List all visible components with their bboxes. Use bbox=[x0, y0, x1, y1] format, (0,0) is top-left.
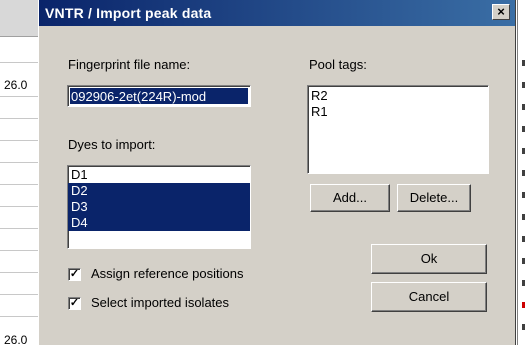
add-button[interactable]: Add... bbox=[310, 184, 390, 212]
assign-reference-checkbox[interactable]: ✓ bbox=[68, 268, 81, 281]
background-grid-header bbox=[0, 0, 40, 37]
fingerprint-file-input[interactable]: 092906-2et(224R)-mod bbox=[67, 85, 251, 107]
grid-line bbox=[0, 140, 40, 141]
grid-tick bbox=[522, 126, 525, 132]
background-grid-right bbox=[517, 0, 529, 345]
close-icon: × bbox=[497, 4, 505, 19]
dye-list-item-d4[interactable]: D4 bbox=[68, 215, 250, 231]
grid-line bbox=[0, 206, 40, 207]
grid-line bbox=[0, 62, 40, 63]
checkmark-icon: ✓ bbox=[69, 297, 80, 309]
ok-button[interactable]: Ok bbox=[371, 244, 487, 274]
close-button[interactable]: × bbox=[492, 4, 510, 20]
cancel-button[interactable]: Cancel bbox=[371, 282, 487, 312]
grid-tick bbox=[522, 104, 525, 110]
grid-tick bbox=[522, 148, 525, 154]
dye-list-item-d3[interactable]: D3 bbox=[68, 199, 250, 215]
dye-list-item-d2[interactable]: D2 bbox=[68, 183, 250, 199]
grid-tick bbox=[522, 302, 525, 308]
dye-list-item-d1[interactable]: D1 bbox=[68, 167, 250, 183]
pool-tag-item-r1[interactable]: R1 bbox=[308, 104, 488, 120]
grid-line bbox=[0, 316, 40, 317]
grid-tick bbox=[522, 170, 525, 176]
grid-line bbox=[0, 250, 40, 251]
dialog-title: VNTR / Import peak data bbox=[45, 5, 212, 21]
grid-line bbox=[0, 294, 40, 295]
checkmark-icon: ✓ bbox=[69, 268, 80, 280]
grid-line bbox=[0, 118, 40, 119]
grid-line bbox=[0, 184, 40, 185]
grid-tick bbox=[522, 60, 525, 66]
pool-tag-item-r2[interactable]: R2 bbox=[308, 88, 488, 104]
grid-tick bbox=[522, 236, 525, 242]
select-isolates-checkbox[interactable]: ✓ bbox=[68, 297, 81, 310]
background-grid-left: 26.0 26.0 bbox=[0, 0, 40, 347]
grid-tick bbox=[522, 258, 525, 264]
dyes-to-import-label: Dyes to import: bbox=[68, 137, 156, 152]
select-isolates-label[interactable]: Select imported isolates bbox=[91, 295, 229, 310]
import-peak-data-dialog: VNTR / Import peak data × Fingerprint fi… bbox=[38, 0, 516, 345]
grid-line bbox=[0, 228, 40, 229]
dialog-titlebar[interactable]: VNTR / Import peak data × bbox=[39, 0, 515, 26]
pool-tags-listbox[interactable]: R2 R1 bbox=[307, 85, 489, 174]
grid-line bbox=[0, 96, 40, 97]
grid-tick bbox=[522, 192, 525, 198]
grid-line bbox=[0, 272, 40, 273]
grid-tick bbox=[522, 82, 525, 88]
dyes-listbox[interactable]: D1 D2 D3 D4 bbox=[67, 165, 251, 249]
grid-value: 26.0 bbox=[4, 78, 28, 92]
grid-line bbox=[0, 162, 40, 163]
grid-tick bbox=[522, 214, 525, 220]
grid-tick bbox=[522, 280, 525, 286]
fingerprint-file-label: Fingerprint file name: bbox=[68, 57, 191, 72]
delete-button[interactable]: Delete... bbox=[397, 184, 471, 212]
assign-reference-label[interactable]: Assign reference positions bbox=[91, 266, 243, 281]
fingerprint-file-value: 092906-2et(224R)-mod bbox=[70, 88, 248, 104]
grid-tick bbox=[522, 324, 525, 330]
pool-tags-label: Pool tags: bbox=[309, 57, 367, 72]
